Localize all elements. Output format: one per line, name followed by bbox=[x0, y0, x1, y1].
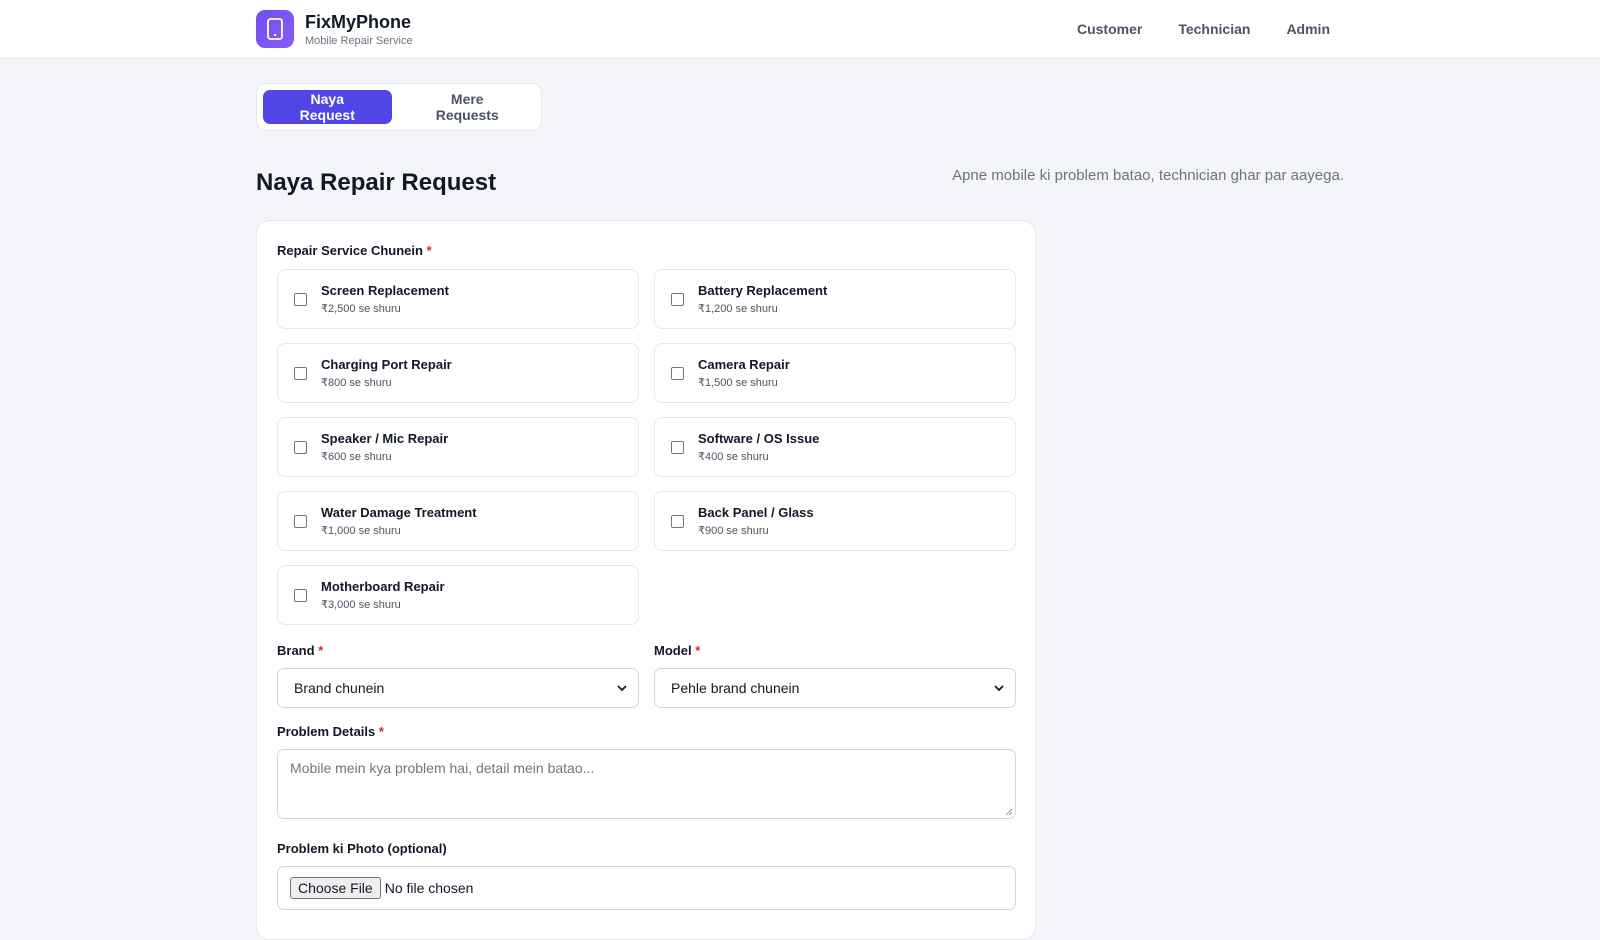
brand-label: Brand * bbox=[277, 643, 324, 658]
model-select[interactable]: Pehle brand chunein bbox=[654, 668, 1016, 708]
service-price: ₹1,200 se shuru bbox=[698, 302, 778, 315]
tab-mere-requests[interactable]: Mere Requests bbox=[400, 90, 536, 124]
app-tagline: Mobile Repair Service bbox=[305, 34, 413, 47]
service-options: Screen Replacement ₹2,500 se shuru Batte… bbox=[277, 269, 1016, 625]
service-price: ₹800 se shuru bbox=[321, 376, 392, 389]
service-price: ₹2,500 se shuru bbox=[321, 302, 401, 315]
app-name: FixMyPhone bbox=[305, 11, 412, 32]
service-speaker-mic-repair[interactable]: Speaker / Mic Repair ₹600 se shuru bbox=[277, 417, 639, 477]
service-motherboard-repair[interactable]: Motherboard Repair ₹3,000 se shuru bbox=[277, 565, 639, 625]
service-name: Water Damage Treatment bbox=[321, 504, 477, 520]
service-name: Screen Replacement bbox=[321, 282, 449, 298]
required-mark: * bbox=[695, 643, 701, 658]
checkbox[interactable] bbox=[294, 588, 307, 602]
model-select-value: Pehle brand chunein bbox=[671, 680, 800, 696]
phone-icon bbox=[256, 10, 294, 48]
service-back-panel-glass[interactable]: Back Panel / Glass ₹900 se shuru bbox=[654, 491, 1016, 551]
service-battery-replacement[interactable]: Battery Replacement ₹1,200 se shuru bbox=[654, 269, 1016, 329]
nav-customer[interactable]: Customer bbox=[1077, 21, 1142, 37]
problem-details-input[interactable]: Mobile mein kya problem hai, detail mein… bbox=[277, 749, 1016, 819]
service-screen-replacement[interactable]: Screen Replacement ₹2,500 se shuru bbox=[277, 269, 639, 329]
brand-select-value: Brand chunein bbox=[294, 680, 385, 696]
service-charging-port-repair[interactable]: Charging Port Repair ₹800 se shuru bbox=[277, 343, 639, 403]
service-price: ₹400 se shuru bbox=[698, 450, 769, 463]
service-price: ₹3,000 se shuru bbox=[321, 598, 401, 611]
file-status: No file chosen bbox=[384, 880, 474, 896]
choose-file-button[interactable]: Choose File bbox=[290, 877, 381, 899]
chevron-down-icon bbox=[617, 685, 627, 692]
service-name: Charging Port Repair bbox=[321, 356, 452, 372]
service-price: ₹1,000 se shuru bbox=[321, 524, 401, 537]
service-software-os-issue[interactable]: Software / OS Issue ₹400 se shuru bbox=[654, 417, 1016, 477]
tab-naya-request[interactable]: Naya Request bbox=[263, 90, 392, 124]
page-subtitle: Apne mobile ki problem batao, technician… bbox=[952, 167, 1344, 184]
required-mark: * bbox=[318, 643, 324, 658]
checkbox[interactable] bbox=[294, 292, 307, 306]
required-mark: * bbox=[426, 243, 432, 258]
repair-request-form: Repair Service Chunein * Screen Replacem… bbox=[256, 220, 1036, 940]
service-price: ₹900 se shuru bbox=[698, 524, 769, 537]
service-name: Battery Replacement bbox=[698, 282, 828, 298]
service-name: Software / OS Issue bbox=[698, 430, 820, 446]
required-mark: * bbox=[378, 724, 384, 739]
checkbox[interactable] bbox=[294, 514, 307, 528]
checkbox[interactable] bbox=[671, 514, 684, 528]
brand-select[interactable]: Brand chunein bbox=[277, 668, 639, 708]
checkbox[interactable] bbox=[294, 366, 307, 380]
photo-label: Problem ki Photo (optional) bbox=[277, 841, 447, 856]
page-title: Naya Repair Request bbox=[256, 169, 497, 196]
service-camera-repair[interactable]: Camera Repair ₹1,500 se shuru bbox=[654, 343, 1016, 403]
checkbox[interactable] bbox=[671, 366, 684, 380]
problem-placeholder: Mobile mein kya problem hai, detail mein… bbox=[290, 760, 595, 776]
service-name: Back Panel / Glass bbox=[698, 504, 814, 520]
service-price: ₹1,500 se shuru bbox=[698, 376, 778, 389]
nav-admin[interactable]: Admin bbox=[1286, 21, 1330, 37]
service-name: Camera Repair bbox=[698, 356, 790, 372]
service-water-damage-treatment[interactable]: Water Damage Treatment ₹1,000 se shuru bbox=[277, 491, 639, 551]
brand[interactable]: FixMyPhone Mobile Repair Service bbox=[256, 10, 413, 48]
service-name: Motherboard Repair bbox=[321, 578, 445, 594]
top-navbar: FixMyPhone Mobile Repair Service Custome… bbox=[0, 0, 1600, 59]
main-nav: Customer Technician Admin bbox=[1077, 0, 1330, 58]
checkbox[interactable] bbox=[671, 440, 684, 454]
service-name: Speaker / Mic Repair bbox=[321, 430, 449, 446]
photo-file-input[interactable]: Choose File No file chosen bbox=[277, 866, 1016, 910]
request-tabs: Naya Request Mere Requests bbox=[256, 83, 542, 131]
problem-label: Problem Details * bbox=[277, 724, 384, 739]
service-price: ₹600 se shuru bbox=[321, 450, 392, 463]
checkbox[interactable] bbox=[294, 440, 307, 454]
checkbox[interactable] bbox=[671, 292, 684, 306]
chevron-down-icon bbox=[994, 685, 1004, 692]
model-label: Model * bbox=[654, 643, 701, 658]
services-label: Repair Service Chunein * bbox=[277, 243, 432, 258]
nav-technician[interactable]: Technician bbox=[1178, 21, 1250, 37]
resize-handle-icon[interactable] bbox=[1003, 806, 1013, 816]
